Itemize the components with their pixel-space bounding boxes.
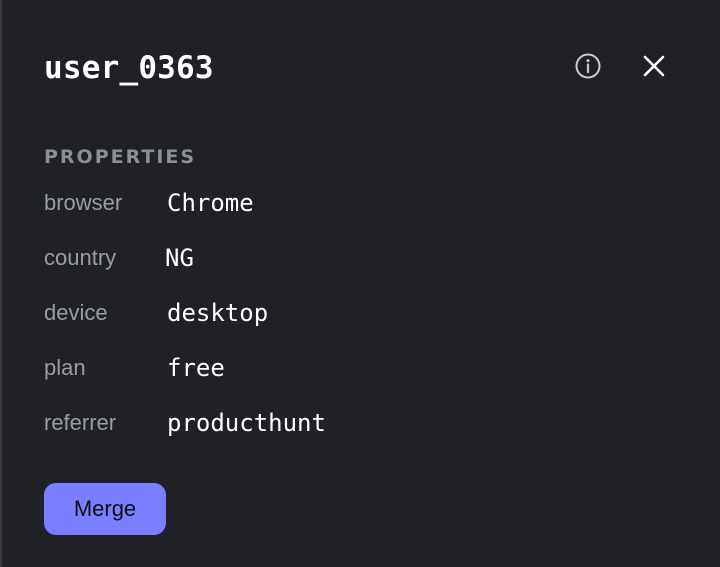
- info-button[interactable]: [572, 52, 604, 84]
- info-circle-icon: [574, 52, 602, 85]
- property-row-device: device desktop: [44, 297, 644, 329]
- property-value: Chrome: [167, 189, 254, 217]
- property-value: free: [167, 354, 225, 382]
- merge-button[interactable]: Merge: [44, 483, 166, 535]
- property-row-browser: browser Chrome: [44, 187, 644, 219]
- panel-title: user_0363: [44, 50, 214, 86]
- close-x-icon: [642, 54, 666, 83]
- property-row-referrer: referrer producthunt: [44, 407, 644, 439]
- property-key: referrer: [44, 410, 117, 435]
- user-detail-panel: user_0363 PROPERTIES browser Chrome coun…: [0, 0, 720, 567]
- property-value: NG: [165, 244, 194, 272]
- property-key: browser: [44, 190, 123, 215]
- properties-heading: PROPERTIES: [44, 146, 197, 168]
- property-value: desktop: [167, 299, 269, 327]
- property-value: producthunt: [167, 409, 326, 437]
- property-key: country: [44, 245, 117, 270]
- property-key: device: [44, 300, 108, 325]
- property-row-plan: plan free: [44, 352, 644, 384]
- close-button[interactable]: [638, 52, 670, 84]
- property-row-country: country NG: [44, 242, 644, 274]
- property-key: plan: [44, 355, 86, 380]
